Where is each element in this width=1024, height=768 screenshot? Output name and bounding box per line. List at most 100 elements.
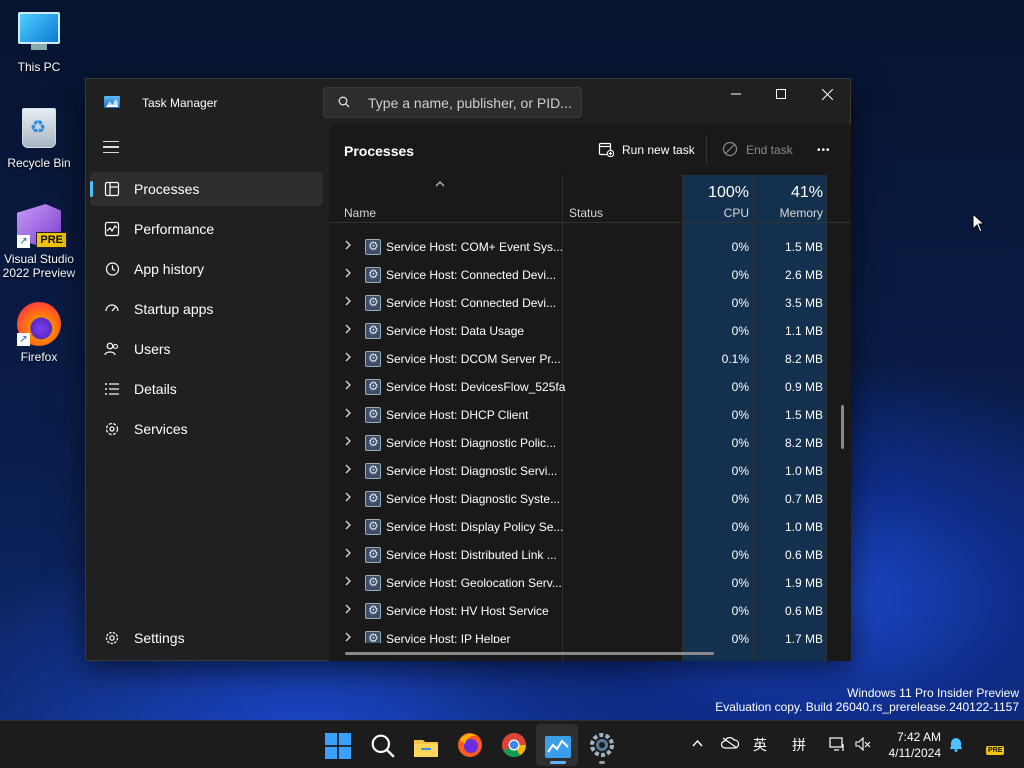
- navigation-sidebar: Processes Performance App history Startu…: [86, 125, 329, 661]
- chevron-right-icon[interactable]: [344, 268, 352, 278]
- search-box[interactable]: [323, 87, 582, 118]
- firefox-icon: ↗: [17, 302, 61, 346]
- cpu-total-percent: 100%: [708, 184, 749, 201]
- process-cpu: 0%: [731, 240, 749, 254]
- horizontal-scrollbar[interactable]: [345, 652, 714, 655]
- process-memory: 8.2 MB: [784, 352, 823, 366]
- desktop-icon-this-pc[interactable]: This PC: [0, 8, 78, 74]
- nav-item-processes[interactable]: Processes: [90, 172, 323, 206]
- process-name: Service Host: Display Policy Se...: [386, 520, 564, 534]
- nav-label: Processes: [134, 181, 200, 197]
- column-header-cpu[interactable]: CPU: [724, 206, 749, 220]
- table-row[interactable]: Service Host: Diagnostic Servi... 0% 1.0 M…: [329, 457, 851, 485]
- table-row[interactable]: Service Host: HV Host Service 0% 0.6 MB: [329, 597, 851, 625]
- notification-bell-icon[interactable]: [949, 736, 963, 752]
- more-options-icon[interactable]: •••: [817, 145, 831, 156]
- services-icon: [105, 422, 119, 436]
- chevron-right-icon[interactable]: [344, 240, 352, 250]
- watermark-line-2: Evaluation copy. Build 26040.rs_prerelea…: [715, 700, 1019, 714]
- chevron-right-icon[interactable]: [344, 604, 352, 614]
- hamburger-menu-icon[interactable]: [103, 141, 119, 153]
- chevron-right-icon[interactable]: [344, 576, 352, 586]
- ime-mode-pinyin[interactable]: 拼: [792, 735, 806, 755]
- table-row[interactable]: Service Host: Display Policy Se... 0% 1.0 …: [329, 513, 851, 541]
- table-row[interactable]: Service Host: Connected Devi... 0% 2.6 MB: [329, 261, 851, 289]
- table-row[interactable]: Service Host: Connected Devi... 0% 3.5 MB: [329, 289, 851, 317]
- chevron-right-icon[interactable]: [344, 408, 352, 418]
- process-memory: 1.9 MB: [784, 576, 823, 590]
- nav-item-app-history[interactable]: App history: [90, 252, 323, 286]
- chevron-right-icon[interactable]: [344, 548, 352, 558]
- chevron-right-icon[interactable]: [344, 632, 352, 642]
- chevron-right-icon[interactable]: [344, 492, 352, 502]
- chrome-icon[interactable]: [501, 732, 527, 758]
- column-header-status[interactable]: Status: [569, 206, 603, 220]
- network-icon[interactable]: [829, 736, 845, 752]
- table-header: Name Status 100% CPU 41% Memory: [329, 175, 851, 223]
- service-host-icon: [365, 519, 381, 535]
- process-memory: 1.1 MB: [784, 324, 823, 338]
- nav-item-users[interactable]: Users: [90, 332, 323, 366]
- maximize-button[interactable]: [758, 79, 804, 109]
- chevron-right-icon[interactable]: [344, 520, 352, 530]
- chevron-right-icon[interactable]: [344, 324, 352, 334]
- table-row[interactable]: Service Host: Data Usage 0% 1.1 MB: [329, 317, 851, 345]
- taskbar: 英 拼 7:42 AM 4/11/2024 PRE: [0, 720, 1024, 768]
- nav-label: Performance: [134, 221, 215, 237]
- title-bar[interactable]: Task Manager: [86, 79, 850, 125]
- table-row[interactable]: Service Host: Geolocation Serv... 0% 1.9 M…: [329, 569, 851, 597]
- process-name: Service Host: IP Helper: [386, 632, 511, 643]
- nav-item-details[interactable]: Details: [90, 372, 323, 406]
- desktop-icon-visual-studio[interactable]: PRE ↗ Visual Studio 2022 Preview: [0, 204, 78, 280]
- process-cpu: 0%: [731, 548, 749, 562]
- nav-item-startup-apps[interactable]: Startup apps: [90, 292, 323, 326]
- table-row[interactable]: Service Host: Distributed Link ... 0% 0.6 …: [329, 541, 851, 569]
- chevron-up-icon[interactable]: [692, 740, 703, 747]
- system-clock[interactable]: 7:42 AM 4/11/2024: [889, 729, 942, 761]
- table-row[interactable]: Service Host: DevicesFlow_525fa 0% 0.9 MB: [329, 373, 851, 401]
- sort-ascending-icon[interactable]: [435, 181, 445, 187]
- start-windows-icon[interactable]: [325, 733, 351, 759]
- service-host-icon: [365, 435, 381, 451]
- table-row[interactable]: Service Host: Diagnostic Polic... 0% 8.2 M…: [329, 429, 851, 457]
- table-row[interactable]: Service Host: DHCP Client 0% 1.5 MB: [329, 401, 851, 429]
- task-manager-icon[interactable]: [545, 734, 571, 760]
- run-new-task-label: Run new task: [622, 143, 695, 157]
- chevron-right-icon[interactable]: [344, 380, 352, 390]
- column-header-memory[interactable]: Memory: [780, 206, 823, 220]
- process-list: Service Host: COM+ Event Sys...0%1.5 MBS…: [329, 223, 851, 643]
- close-icon: [821, 88, 833, 101]
- vertical-scrollbar[interactable]: [841, 405, 844, 449]
- settings-gear-icon[interactable]: [589, 732, 615, 758]
- nav-item-settings[interactable]: Settings: [90, 621, 323, 655]
- close-button[interactable]: [804, 79, 850, 109]
- chevron-right-icon[interactable]: [344, 436, 352, 446]
- search-input[interactable]: [368, 93, 573, 113]
- process-memory: 1.5 MB: [784, 240, 823, 254]
- minimize-button[interactable]: [713, 79, 759, 109]
- watermark-line-1: Windows 11 Pro Insider Preview: [847, 686, 1019, 700]
- firefox-icon[interactable]: [457, 732, 483, 758]
- process-name: Service Host: DCOM Server Pr...: [386, 352, 561, 366]
- column-header-name[interactable]: Name: [344, 206, 376, 220]
- nav-label: Users: [134, 341, 171, 357]
- desktop-icon-label: Visual Studio 2022 Preview: [2, 252, 76, 280]
- nav-item-performance[interactable]: Performance: [90, 212, 323, 246]
- table-row[interactable]: Service Host: COM+ Event Sys... 0% 1.5 MB: [329, 233, 851, 261]
- nav-item-services[interactable]: Services: [90, 412, 323, 446]
- onedrive-cloud-icon[interactable]: [721, 737, 739, 749]
- active-app-indicator: [550, 761, 566, 764]
- ime-mode-english[interactable]: 英: [753, 735, 767, 755]
- table-row[interactable]: Service Host: Diagnostic Syste... 0% 0.7 M…: [329, 485, 851, 513]
- chevron-right-icon[interactable]: [344, 464, 352, 474]
- chevron-right-icon[interactable]: [344, 352, 352, 362]
- performance-icon: [104, 221, 120, 237]
- desktop-icon-recycle-bin[interactable]: Recycle Bin: [0, 106, 78, 170]
- file-explorer-icon[interactable]: [413, 734, 439, 760]
- table-row[interactable]: Service Host: IP Helper 0% 1.7 MB: [329, 625, 851, 643]
- table-row[interactable]: Service Host: DCOM Server Pr... 0.1% 8.2 M…: [329, 345, 851, 373]
- desktop-icon-firefox[interactable]: ↗ Firefox: [0, 302, 78, 364]
- search-icon[interactable]: [370, 733, 396, 759]
- volume-muted-icon[interactable]: [855, 737, 871, 751]
- chevron-right-icon[interactable]: [344, 296, 352, 306]
